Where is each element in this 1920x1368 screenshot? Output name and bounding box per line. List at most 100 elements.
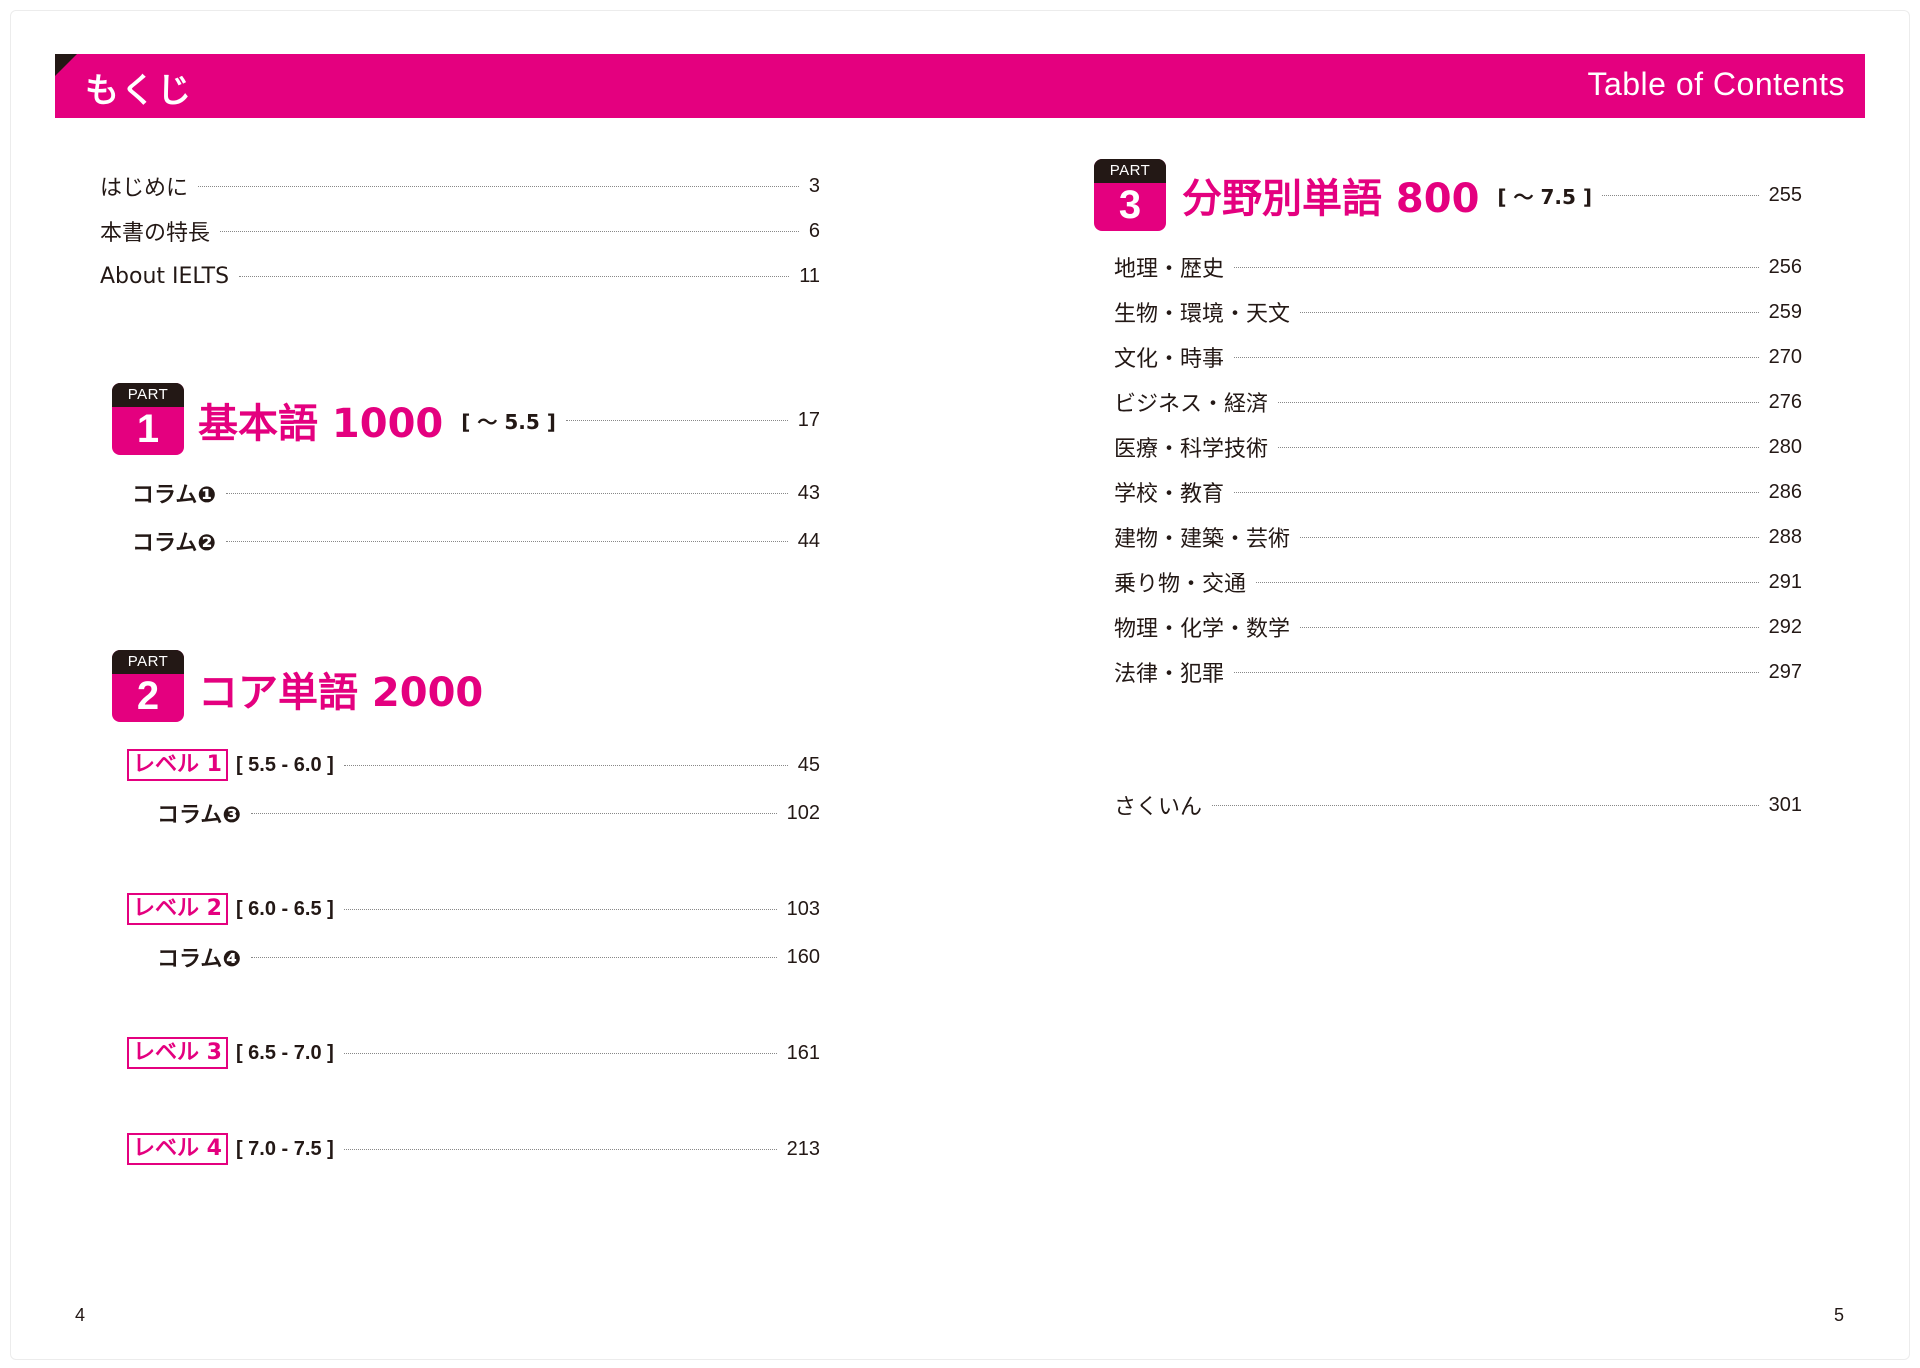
toc-entry-page: 45 (797, 753, 820, 776)
toc-entry-column-4[interactable]: コラム❹ 160 (157, 941, 820, 973)
part-1-range: [ ～ 5.5 ] (461, 409, 556, 434)
toc-leader (1602, 194, 1759, 196)
level-2-range: [ 6.0 - 6.5 ] (235, 897, 334, 920)
toc-entry-label: ビジネス・経済 (1114, 392, 1269, 417)
part-2-title: コア単語 2000 (198, 670, 484, 716)
toc-leader (225, 492, 788, 494)
toc-leader (1300, 626, 1759, 628)
toc-entry-part3-item[interactable]: 地理・歴史 256 (1114, 251, 1802, 283)
toc-entry-page: 297 (1768, 660, 1802, 683)
toc-entry-part3-item[interactable]: 物理・化学・数学 292 (1114, 611, 1802, 643)
toc-entry-label: About IELTS (100, 263, 230, 289)
toc-entry-part3-item[interactable]: 医療・科学技術 280 (1114, 431, 1802, 463)
toc-entry-part3-item[interactable]: 文化・時事 270 (1114, 341, 1802, 373)
part-1-badge: PART 1 (112, 383, 184, 455)
part-1-title: 基本語 1000 (198, 401, 444, 447)
toc-leader (1300, 536, 1759, 538)
toc-entry-level-1[interactable]: レベル 1 [ 5.5 - 6.0 ] 45 (127, 749, 820, 781)
toc-leader (343, 908, 777, 910)
toc-entry-page: 292 (1768, 615, 1802, 638)
toc-leader (225, 540, 788, 542)
toc-entry-page: 44 (797, 529, 820, 552)
toc-entry-page: 276 (1768, 390, 1802, 413)
toc-entry-page: 291 (1768, 570, 1802, 593)
toc-leader (1278, 401, 1759, 403)
toc-entry-index[interactable]: さくいん 301 (1114, 789, 1802, 821)
toc-entry-page: 280 (1768, 435, 1802, 458)
toc-entry-about-ielts[interactable]: About IELTS 11 (100, 260, 820, 292)
header-notch (55, 54, 77, 76)
toc-entry-page: 102 (786, 801, 820, 824)
toc-entry-page: 213 (786, 1137, 820, 1160)
toc-leader (1234, 266, 1759, 268)
toc-leader (1278, 446, 1759, 448)
toc-entry-page: 43 (797, 481, 820, 504)
toc-entry-part3-item[interactable]: 生物・環境・天文 259 (1114, 296, 1802, 328)
toc-entry-page: 103 (786, 897, 820, 920)
toc-entry-page: 17 (797, 408, 820, 431)
toc-entry-label: 建物・建築・芸術 (1114, 527, 1291, 552)
part-2-badge: PART 2 (112, 650, 184, 722)
toc-entry-label: はじめに (100, 176, 189, 201)
toc-leader (1234, 491, 1759, 493)
toc-entry-label: 乗り物・交通 (1114, 572, 1247, 597)
toc-entry-page: 3 (808, 174, 820, 197)
toc-leader (250, 956, 777, 958)
toc-entry-level-3[interactable]: レベル 3 [ 6.5 - 7.0 ] 161 (127, 1037, 820, 1069)
toc-entry-features[interactable]: 本書の特長 6 (100, 215, 820, 247)
part-3-badge: PART 3 (1094, 159, 1166, 231)
toc-entry-label: コラム❹ (157, 947, 241, 972)
header-title-jp: もくじ (85, 71, 193, 111)
toc-entry-part3-item[interactable]: 乗り物・交通 291 (1114, 566, 1802, 598)
toc-leader (1300, 311, 1759, 313)
toc-leader (343, 1052, 777, 1054)
toc-entry-intro[interactable]: はじめに 3 (100, 170, 820, 202)
toc-leader (565, 419, 788, 421)
toc-leader (198, 185, 799, 187)
toc-entry-column-1[interactable]: コラム❶ 43 (132, 477, 820, 509)
toc-entry-part-3[interactable]: 分野別単語 800 [ ～ 7.5 ] 255 (1182, 171, 1802, 222)
toc-entry-page: 301 (1768, 793, 1802, 816)
toc-entry-part3-item[interactable]: 法律・犯罪 297 (1114, 656, 1802, 688)
toc-leader (220, 230, 799, 232)
toc-entry-column-3[interactable]: コラム❸ 102 (157, 797, 820, 829)
toc-entry-page: 6 (808, 219, 820, 242)
toc-entry-page: 286 (1768, 480, 1802, 503)
header-title-en: Table of Contents (1587, 66, 1845, 102)
level-3-label: レベル 3 (127, 1037, 228, 1069)
level-1-label: レベル 1 (127, 749, 228, 781)
toc-entry-label: コラム❸ (157, 803, 241, 828)
part-badge-number: 2 (136, 674, 160, 718)
toc-entry-label: コラム❷ (132, 531, 216, 556)
toc-leader (1234, 356, 1759, 358)
toc-entry-label: 本書の特長 (100, 221, 211, 246)
part-badge-number: 1 (136, 407, 160, 451)
toc-entry-part3-item[interactable]: 建物・建築・芸術 288 (1114, 521, 1802, 553)
toc-entry-page: 259 (1768, 300, 1802, 323)
toc-leader (1212, 804, 1759, 806)
toc-entry-page: 255 (1768, 183, 1802, 206)
toc-entry-label: 生物・環境・天文 (1114, 302, 1291, 327)
toc-entry-part-1[interactable]: 基本語 1000 [ ～ 5.5 ] 17 (198, 396, 820, 447)
toc-entry-page: 270 (1768, 345, 1802, 368)
toc-entry-label: 法律・犯罪 (1114, 662, 1225, 687)
toc-leader (343, 764, 788, 766)
level-4-range: [ 7.0 - 7.5 ] (235, 1137, 334, 1160)
toc-entry-page: 160 (786, 945, 820, 968)
toc-leader (343, 1148, 777, 1150)
toc-leader (250, 812, 777, 814)
toc-entry-level-2[interactable]: レベル 2 [ 6.0 - 6.5 ] 103 (127, 893, 820, 925)
level-2-label: レベル 2 (127, 893, 228, 925)
toc-entry-page: 288 (1768, 525, 1802, 548)
toc-entry-label: 文化・時事 (1114, 347, 1225, 372)
toc-entry-page: 11 (799, 264, 820, 287)
level-3-range: [ 6.5 - 7.0 ] (235, 1041, 334, 1064)
toc-entry-column-2[interactable]: コラム❷ 44 (132, 525, 820, 557)
toc-entry-part3-item[interactable]: 学校・教育 286 (1114, 476, 1802, 508)
toc-entry-label: 医療・科学技術 (1114, 437, 1269, 462)
toc-entry-part3-item[interactable]: ビジネス・経済 276 (1114, 386, 1802, 418)
part-badge-number: 3 (1118, 183, 1142, 227)
toc-entry-page: 256 (1768, 255, 1802, 278)
toc-entry-label: コラム❶ (132, 483, 216, 508)
toc-entry-level-4[interactable]: レベル 4 [ 7.0 - 7.5 ] 213 (127, 1133, 820, 1165)
